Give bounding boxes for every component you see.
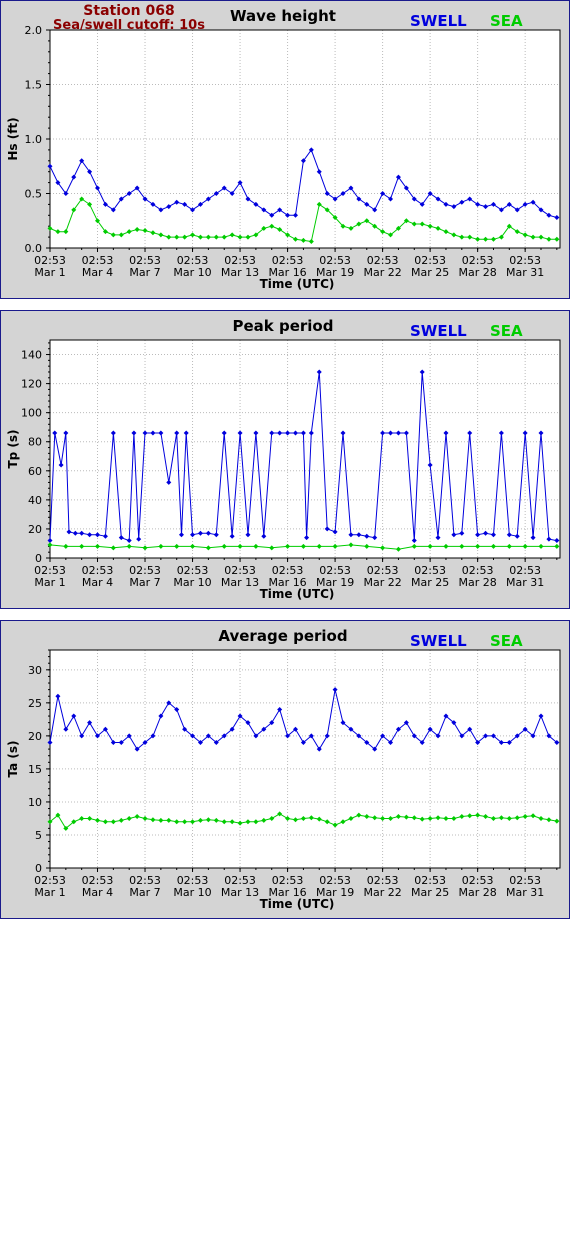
x-tick-date: Mar 1 <box>34 576 65 589</box>
x-tick-date: Mar 31 <box>506 266 544 279</box>
x-tick-date: Mar 31 <box>506 886 544 899</box>
y-axis-label: Hs (ft) <box>6 117 20 160</box>
y-tick-label: 100 <box>21 407 42 420</box>
wave-height-panel: 0.0 0.5 1.0 1.5 2.0 02:53 Mar 1 02:53 Mar 4 02:53… <box>0 0 570 300</box>
x-tick-date: Mar 22 <box>363 576 401 589</box>
plot-area <box>50 340 560 558</box>
y-tick-label: 80 <box>28 436 42 449</box>
x-axis-label: Time (UTC) <box>260 587 335 601</box>
x-tick-date: Mar 7 <box>129 886 160 899</box>
y-tick-label: 1.0 <box>25 133 43 146</box>
x-tick-date: Mar 31 <box>506 576 544 589</box>
x-tick-date: Mar 10 <box>173 886 211 899</box>
x-tick-date: Mar 13 <box>221 266 259 279</box>
x-tick-date: Mar 1 <box>34 886 65 899</box>
legend-swell: SWELL <box>410 322 467 340</box>
x-tick-date: Mar 7 <box>129 266 160 279</box>
x-tick-date: Mar 1 <box>34 266 65 279</box>
legend-sea: SEA <box>490 12 523 30</box>
y-tick-label: 10 <box>28 796 42 809</box>
average-period-panel: 0 5 10 15 20 25 30 02:53 Mar 1 02:53 Mar 4 02:53 Mar… <box>0 620 570 920</box>
chart-svg-2: 05101520253002:53Mar 102:53Mar 402:53Mar… <box>0 620 570 919</box>
peak-period-panel: 0 20 40 60 80 100 120 140 02:53 Mar 1 02:53 Mar 4 02… <box>0 310 570 610</box>
cutoff-label: Sea/swell cutoff: 10s <box>53 18 205 33</box>
x-tick-date: Mar 4 <box>82 576 113 589</box>
y-tick-label: 20 <box>28 730 42 743</box>
y-axis-label: Tp (s) <box>6 429 20 468</box>
x-tick-date: Mar 25 <box>411 886 449 899</box>
x-tick-date: Mar 22 <box>363 886 401 899</box>
y-tick-label: 25 <box>28 697 42 710</box>
x-tick-date: Mar 22 <box>363 266 401 279</box>
y-tick-label: 40 <box>28 494 42 507</box>
x-tick-date: Mar 13 <box>221 576 259 589</box>
x-tick-date: Mar 4 <box>82 266 113 279</box>
legend-swell: SWELL <box>410 12 467 30</box>
x-tick-date: Mar 28 <box>459 576 497 589</box>
legend-swell: SWELL <box>410 632 467 650</box>
x-axis-label: Time (UTC) <box>260 277 335 291</box>
x-tick-date: Mar 10 <box>173 576 211 589</box>
chart-title: Peak period <box>233 317 334 335</box>
y-tick-label: 60 <box>28 465 42 478</box>
y-tick-label: 0.5 <box>25 188 43 201</box>
x-tick-date: Mar 13 <box>221 886 259 899</box>
chart-svg-1: 02040608010012014002:53Mar 102:53Mar 402… <box>0 310 570 609</box>
x-tick-date: Mar 25 <box>411 576 449 589</box>
y-tick-label: 20 <box>28 523 42 536</box>
x-tick-date: Mar 10 <box>173 266 211 279</box>
y-tick-label: 2.0 <box>25 24 43 37</box>
x-tick-date: Mar 4 <box>82 886 113 899</box>
y-tick-label: 1.5 <box>25 79 43 92</box>
x-tick-date: Mar 25 <box>411 266 449 279</box>
x-tick-date: Mar 28 <box>459 266 497 279</box>
x-axis-label: Time (UTC) <box>260 897 335 911</box>
x-tick-date: Mar 7 <box>129 576 160 589</box>
chart-svg-0: 0.00.51.01.52.002:53Mar 102:53Mar 402:53… <box>0 0 570 299</box>
legend-sea: SEA <box>490 322 523 340</box>
y-tick-label: 5 <box>35 829 42 842</box>
y-tick-label: 120 <box>21 378 42 391</box>
legend-sea: SEA <box>490 632 523 650</box>
station-title: Station 068 <box>83 3 174 19</box>
y-axis-label: Ta (s) <box>6 740 20 777</box>
x-tick-date: Mar 28 <box>459 886 497 899</box>
y-tick-label: 30 <box>28 664 42 677</box>
y-tick-label: 15 <box>28 763 42 776</box>
y-tick-label: 140 <box>21 349 42 362</box>
chart-title: Wave height <box>230 7 336 25</box>
chart-title: Average period <box>218 627 347 645</box>
